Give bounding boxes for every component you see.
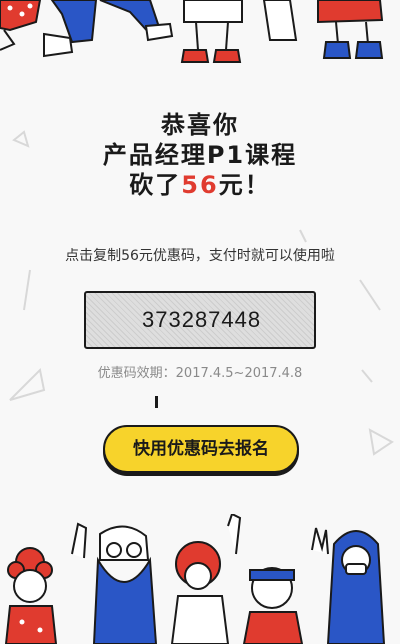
discount-prefix: 砍了: [129, 171, 182, 199]
headband-boy-figure: [242, 567, 304, 644]
hoodie-figure: [311, 527, 386, 644]
girl-figure: [4, 547, 58, 644]
course-name: 产品经理P1课程: [102, 141, 298, 169]
header-illustration: [0, 0, 384, 63]
congrats-line-1: 恭喜你: [161, 111, 239, 139]
coupon-code[interactable]: 373287448: [142, 307, 261, 332]
congrats-title: 恭喜你 产品经理P1课程 砍了56元！: [0, 110, 400, 200]
middle-figure: [180, 0, 243, 63]
use-coupon-register-button[interactable]: 快用优惠码去报名: [103, 425, 299, 473]
discount-line: 砍了56元！: [0, 170, 400, 200]
right-figure: [262, 0, 384, 59]
coupon-code-box[interactable]: 373287448: [84, 291, 316, 349]
redhead-figure: [170, 514, 242, 644]
bearded-man-figure: [71, 522, 158, 644]
footer-illustration: [4, 514, 386, 644]
discount-suffix: 元！: [218, 171, 271, 199]
left-runner-figure: [0, 0, 174, 58]
copy-instruction: 点击复制56元优惠码，支付时就可以使用啦: [65, 248, 335, 264]
discount-amount: 56: [181, 171, 219, 199]
coupon-validity: 优惠码效期：2017.4.5~2017.4.8: [97, 366, 303, 381]
